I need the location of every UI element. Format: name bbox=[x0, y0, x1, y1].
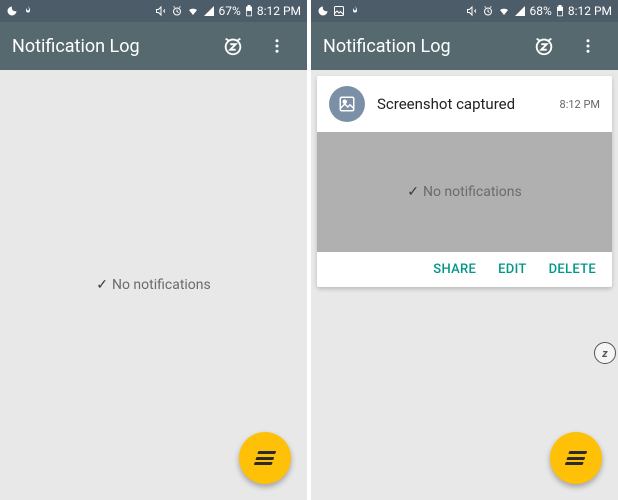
check-icon: ✓ bbox=[407, 184, 419, 200]
card-header: Screenshot captured 8:12 PM bbox=[317, 76, 612, 132]
image-icon bbox=[333, 5, 345, 17]
battery-icon bbox=[245, 5, 253, 17]
status-left-icons bbox=[6, 5, 34, 17]
wifi-icon bbox=[187, 5, 199, 17]
fab-button[interactable] bbox=[239, 432, 291, 484]
battery-percent: 67% bbox=[219, 4, 241, 18]
empty-state: ✓ No notifications bbox=[96, 277, 211, 293]
app-title: Notification Log bbox=[323, 36, 518, 57]
wifi-icon bbox=[498, 5, 510, 17]
content-area: ✓ No notifications bbox=[0, 70, 307, 500]
battery-icon bbox=[556, 5, 564, 17]
flame-icon bbox=[349, 5, 361, 17]
phone-right: 68% 8:12 PM Notification Log Screenshot … bbox=[311, 0, 618, 500]
empty-state-text: No notifications bbox=[112, 277, 211, 293]
battery-percent: 68% bbox=[530, 4, 552, 18]
alarm-icon bbox=[171, 5, 183, 17]
clock-text: 8:12 PM bbox=[568, 4, 612, 18]
content-area: Screenshot captured 8:12 PM ✓ No notific… bbox=[311, 70, 618, 500]
card-time: 8:12 PM bbox=[560, 98, 600, 111]
preview-empty-text: No notifications bbox=[423, 184, 522, 200]
flame-icon bbox=[22, 5, 34, 17]
screenshot-app-icon bbox=[329, 86, 365, 122]
preview-empty-state: ✓ No notifications bbox=[407, 184, 522, 200]
moon-icon bbox=[317, 5, 329, 17]
notification-card[interactable]: Screenshot captured 8:12 PM ✓ No notific… bbox=[317, 76, 612, 287]
status-right-icons: 67% 8:12 PM bbox=[155, 4, 301, 18]
clock-text: 8:12 PM bbox=[257, 4, 301, 18]
signal-icon bbox=[203, 5, 215, 17]
snooze-button[interactable] bbox=[215, 28, 251, 64]
fab-button[interactable] bbox=[550, 432, 602, 484]
status-right-icons: 68% 8:12 PM bbox=[466, 4, 612, 18]
floating-snooze-badge[interactable]: z bbox=[594, 342, 616, 364]
card-title: Screenshot captured bbox=[377, 95, 548, 113]
overflow-menu-button[interactable] bbox=[259, 28, 295, 64]
filter-icon bbox=[565, 451, 588, 465]
overflow-menu-button[interactable] bbox=[570, 28, 606, 64]
edit-button[interactable]: EDIT bbox=[498, 262, 526, 277]
share-button[interactable]: SHARE bbox=[433, 262, 476, 277]
alarm-icon bbox=[482, 5, 494, 17]
card-actions: SHARE EDIT DELETE bbox=[317, 252, 612, 287]
status-left-icons bbox=[317, 5, 361, 17]
delete-button[interactable]: DELETE bbox=[549, 262, 596, 277]
filter-icon bbox=[254, 451, 277, 465]
snooze-button[interactable] bbox=[526, 28, 562, 64]
status-bar: 67% 8:12 PM bbox=[0, 0, 307, 22]
card-preview-image: ✓ No notifications bbox=[317, 132, 612, 252]
moon-icon bbox=[6, 5, 18, 17]
signal-icon bbox=[514, 5, 526, 17]
app-bar: Notification Log bbox=[0, 22, 307, 70]
app-title: Notification Log bbox=[12, 36, 207, 57]
check-icon: ✓ bbox=[96, 277, 108, 293]
mute-icon bbox=[155, 5, 167, 17]
phone-left: 67% 8:12 PM Notification Log ✓ No notifi… bbox=[0, 0, 307, 500]
mute-icon bbox=[466, 5, 478, 17]
app-bar: Notification Log bbox=[311, 22, 618, 70]
status-bar: 68% 8:12 PM bbox=[311, 0, 618, 22]
